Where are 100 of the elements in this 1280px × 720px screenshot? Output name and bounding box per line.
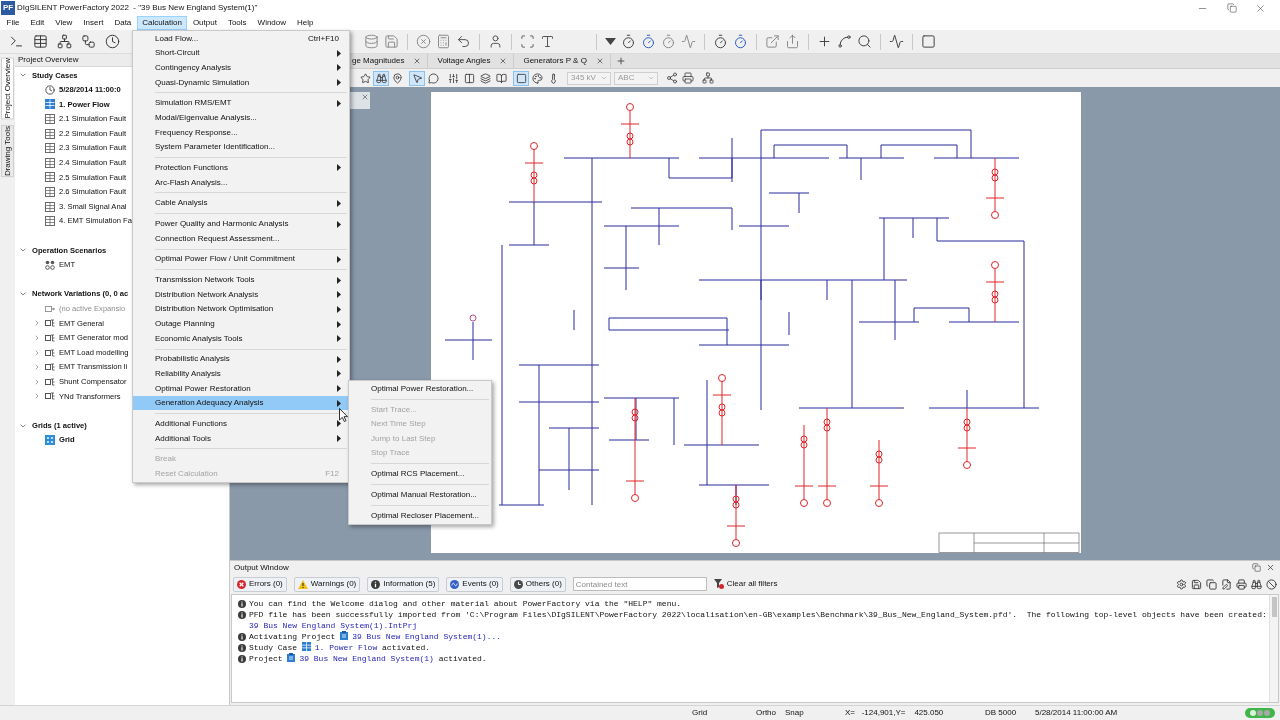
menu-item[interactable]: Frequency Response... xyxy=(133,125,349,140)
pulse-icon[interactable] xyxy=(681,34,696,49)
menu-item[interactable]: Optimal Power Flow / Unit Commitment xyxy=(133,252,349,267)
clock-icon[interactable] xyxy=(104,34,120,49)
menu-item[interactable]: Distribution Network Optimisation xyxy=(133,302,349,317)
pulse-icon[interactable] xyxy=(889,34,904,49)
menu-bar-item[interactable]: Calculation xyxy=(136,16,188,30)
menu-item[interactable]: Optimal RCS Placement... xyxy=(349,466,491,482)
undo-icon[interactable] xyxy=(456,34,471,49)
tool-button[interactable] xyxy=(513,70,529,86)
square-icon[interactable] xyxy=(921,34,936,49)
menu-bar-item[interactable]: Data xyxy=(108,16,137,30)
stopwatch-icon[interactable] xyxy=(641,34,656,49)
clear-filters-button[interactable]: Clear all filters xyxy=(713,579,778,589)
stopwatch-icon[interactable] xyxy=(621,34,636,49)
menu-item[interactable]: Additional Tools xyxy=(133,431,349,446)
ban-icon[interactable] xyxy=(1266,578,1277,590)
diagram-tab[interactable]: ge Magnitudes xyxy=(350,54,429,68)
filter-button[interactable]: Errors (0) xyxy=(233,576,287,592)
tool-button[interactable] xyxy=(373,70,389,86)
menu-bar-item[interactable]: View xyxy=(49,16,78,30)
menu-item[interactable]: Power Quality and Harmonic Analysis xyxy=(133,216,349,232)
menu-item[interactable]: Modal/Eigenvalue Analysis... xyxy=(133,110,349,126)
network-icon[interactable] xyxy=(56,34,72,49)
side-tab[interactable]: Project Overview xyxy=(1,57,14,120)
share-icon[interactable] xyxy=(666,72,678,84)
menu-bar-item[interactable]: Help xyxy=(291,16,319,30)
save-icon[interactable] xyxy=(1191,578,1202,590)
menu-item[interactable]: Quasi-Dynamic Simulation xyxy=(133,75,349,90)
menu-bar-item[interactable]: Insert xyxy=(77,16,109,30)
workflow-icon[interactable] xyxy=(80,34,96,49)
menu-item[interactable]: Transmission Network Tools xyxy=(133,272,349,288)
scan-icon[interactable] xyxy=(520,34,535,49)
close-icon[interactable] xyxy=(413,57,422,65)
tool-button[interactable] xyxy=(425,70,441,86)
stopwatch-icon[interactable] xyxy=(713,34,728,49)
menu-item[interactable]: Simulation RMS/EMT xyxy=(133,96,349,111)
menu-item[interactable]: Load Flow... Ctrl+F10 xyxy=(133,31,349,47)
menu-item[interactable]: Cable Analysis xyxy=(133,196,349,211)
tool-button[interactable] xyxy=(477,70,493,86)
spline-icon[interactable] xyxy=(837,34,852,49)
object-link[interactable]: 39 Bus New England System(1) xyxy=(299,654,434,663)
chevron-right-icon[interactable] xyxy=(33,319,41,328)
scrollbar[interactable] xyxy=(1269,595,1278,702)
print-icon[interactable] xyxy=(1236,578,1247,590)
chevron-right-icon[interactable] xyxy=(33,363,41,372)
menu-item[interactable]: Generation Adequacy Analysis xyxy=(133,395,349,411)
chevron-right-icon[interactable] xyxy=(33,348,41,357)
stopwatch-icon[interactable] xyxy=(733,34,748,49)
menu-item[interactable]: Distribution Network Analysis xyxy=(133,287,349,303)
menu-item[interactable]: Outage Planning xyxy=(133,316,349,332)
table-icon[interactable] xyxy=(32,34,48,49)
close-icon[interactable] xyxy=(595,57,604,65)
tool-button[interactable] xyxy=(357,70,373,86)
filter-button[interactable]: Information (5) xyxy=(367,576,440,592)
database-icon[interactable] xyxy=(364,34,379,49)
user-icon[interactable] xyxy=(488,34,503,49)
export-icon[interactable] xyxy=(765,34,780,49)
menu-item[interactable]: Optimal Manual Restoration... xyxy=(349,487,491,503)
tool-button[interactable] xyxy=(529,70,545,86)
network-icon[interactable] xyxy=(702,72,714,84)
calculator-icon[interactable] xyxy=(436,34,451,49)
close-icon[interactable] xyxy=(1255,2,1266,14)
menu-item[interactable]: Optimal Power Restoration... xyxy=(349,381,491,397)
add-tab-icon[interactable] xyxy=(615,56,626,66)
chevron-right-icon[interactable] xyxy=(33,334,41,342)
text-icon[interactable] xyxy=(540,34,555,49)
menu-item[interactable]: Probabilistic Analysis xyxy=(133,352,349,367)
chevron-right-icon[interactable] xyxy=(33,377,41,386)
edit-file-icon[interactable] xyxy=(1221,578,1232,590)
menu-item[interactable]: System Parameter Identification... xyxy=(133,139,349,155)
settings-icon[interactable] xyxy=(1176,578,1187,590)
filter-button[interactable]: Events (0) xyxy=(446,576,503,592)
circle-x-icon[interactable] xyxy=(416,34,431,49)
print-icon[interactable] xyxy=(682,72,694,84)
menu-bar-item[interactable]: Edit xyxy=(24,16,50,30)
search-field[interactable]: Contained text xyxy=(572,577,707,591)
close-icon[interactable] xyxy=(361,93,369,101)
menu-item[interactable]: Reliability Analysis xyxy=(133,366,349,382)
menu-item[interactable]: Additional Functions xyxy=(133,416,349,432)
close-icon[interactable] xyxy=(499,57,508,65)
binoculars-icon[interactable] xyxy=(1251,578,1262,590)
dropdown-triangle-icon[interactable] xyxy=(605,38,616,45)
search-icon[interactable] xyxy=(857,34,872,49)
filter-button[interactable]: Warnings (0) xyxy=(293,576,361,592)
object-link[interactable]: 39 Bus New England System(1).IntPrj xyxy=(249,621,418,630)
menu-item[interactable]: Optimal Power Restoration xyxy=(133,381,349,396)
menu-bar-item[interactable]: Output xyxy=(187,16,223,30)
copy-icon[interactable] xyxy=(1206,578,1217,590)
filter-button[interactable]: Others (0) xyxy=(509,576,566,592)
menu-item[interactable]: Arc-Flash Analysis... xyxy=(133,175,349,190)
menu-item[interactable]: Protection Functions xyxy=(133,160,349,176)
menu-bar-item[interactable]: File xyxy=(1,16,25,30)
object-link[interactable]: 39 Bus New England System(1)... xyxy=(352,632,502,641)
restore-icon[interactable] xyxy=(1226,3,1237,13)
menu-item[interactable]: Optimal Recloser Placement... xyxy=(349,508,491,523)
side-tab[interactable]: Drawing Tools xyxy=(1,125,14,178)
menu-item[interactable]: Connection Request Assessment... xyxy=(133,231,349,246)
menu-bar-item[interactable]: Tools xyxy=(222,16,253,30)
close-icon[interactable] xyxy=(1266,563,1275,572)
